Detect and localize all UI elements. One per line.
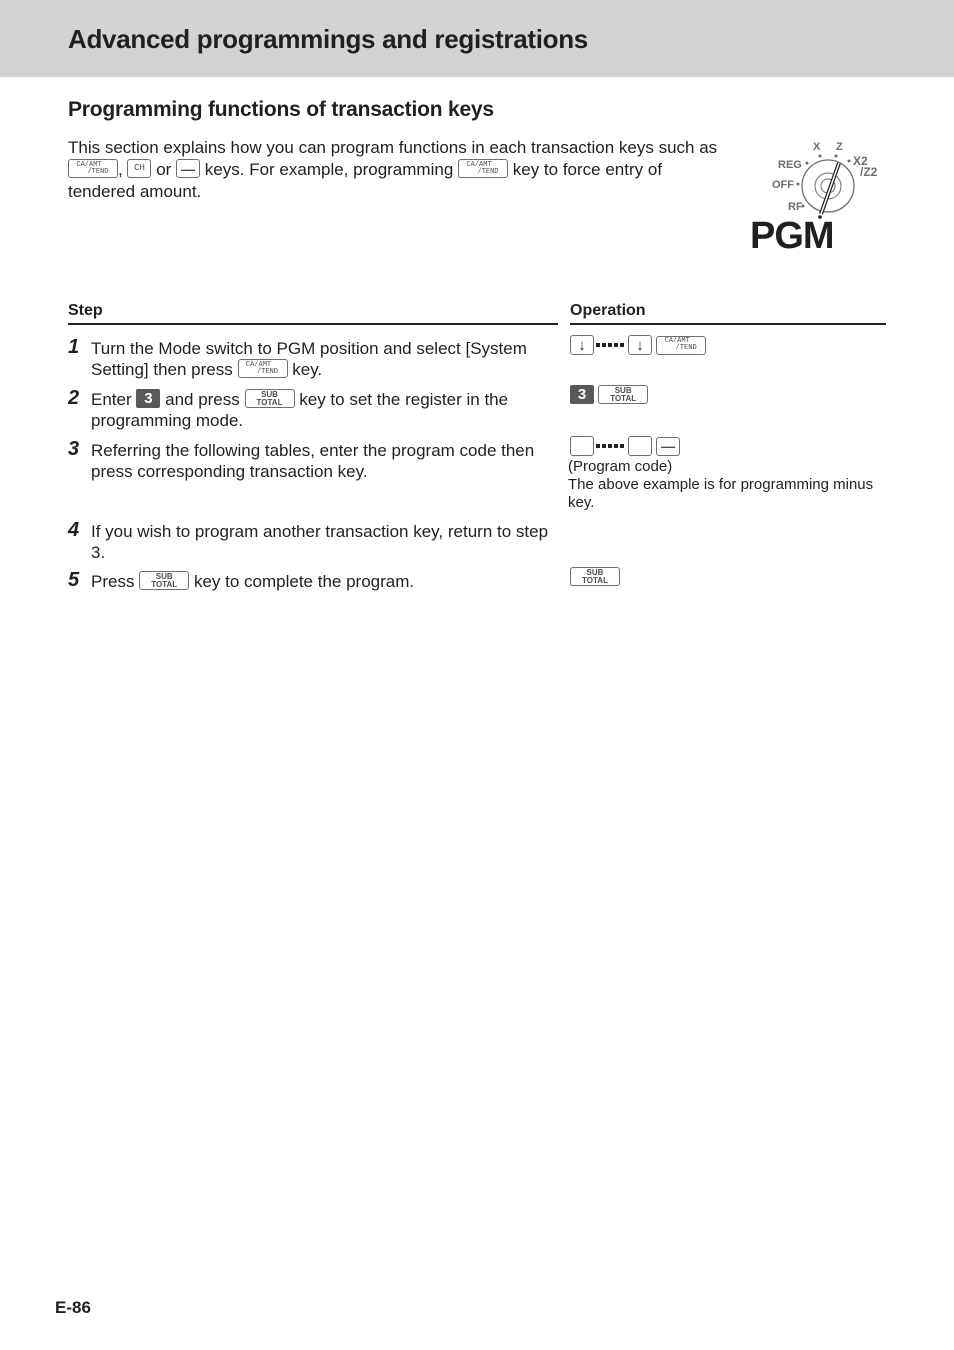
down-arrow-key-icon: ↓: [570, 335, 594, 355]
number-3-key-icon: 3: [136, 389, 161, 409]
operation-step-3: — (Program code) The above example is fo…: [568, 436, 890, 512]
subtotal-key-icon: SUB TOTAL: [570, 567, 620, 586]
blank-key-icon: [628, 436, 652, 456]
mode-x-label: X: [813, 141, 821, 153]
ca-amt-tend-key-icon: CA/AMT/TEND: [458, 159, 509, 179]
page-title: Advanced programmings and registrations: [68, 24, 588, 54]
step-5: 5 Press SUB TOTAL key to complete the pro…: [68, 569, 415, 592]
step-3: 3 Referring the following tables, enter …: [68, 438, 535, 482]
repeat-dots-icon: [596, 343, 626, 347]
step-number: 1: [68, 336, 80, 358]
step-number: 3: [68, 438, 80, 460]
mode-z2-label: /Z2: [860, 165, 878, 179]
step-number: 4: [68, 519, 80, 541]
mode-rf-label: RF: [788, 201, 803, 213]
mode-off-label: OFF: [772, 179, 794, 191]
step-number: 5: [68, 569, 80, 591]
step-number: 2: [68, 387, 80, 409]
number-3-key-icon: 3: [570, 385, 594, 404]
ch-key-icon: CH: [127, 159, 152, 179]
operation-step-2: 3 SUB TOTAL: [570, 385, 890, 406]
program-code-note: The above example is for programming min…: [568, 476, 874, 511]
blank-key-icon: [570, 436, 594, 456]
ca-amt-tend-key-icon: CA/AMT/TEND: [656, 335, 707, 355]
mode-switch-pgm-icon: X Z REG OFF RF X2 /Z2 PGM: [750, 141, 878, 254]
step-4: 4 If you wish to program another transac…: [68, 519, 549, 563]
mode-z-label: Z: [836, 141, 843, 153]
repeat-dots-icon: [596, 444, 626, 448]
program-code-label: (Program code): [568, 458, 673, 475]
page-number: E-86: [55, 1298, 91, 1317]
subtotal-key-icon: SUB TOTAL: [598, 385, 649, 404]
ca-amt-tend-key-icon: CA/AMT/TEND: [68, 159, 118, 179]
mode-pgm-label: PGM: [750, 215, 834, 254]
down-arrow-key-icon: ↓: [628, 335, 652, 355]
operation-step-1: ↓ ↓ CA/AMT/TEND: [570, 335, 890, 357]
operation-step-5: SUB TOTAL: [570, 567, 890, 588]
subtotal-key-icon: SUB TOTAL: [139, 571, 190, 591]
step-2: 2 Enter 3 and press SUB TOTAL key to set …: [68, 387, 509, 431]
step-column-header: Step: [68, 302, 558, 325]
mode-reg-label: REG: [778, 159, 802, 171]
minus-key-icon: —: [656, 436, 681, 456]
minus-key-icon: —: [176, 159, 201, 179]
intro-paragraph: This section explains how you can progra…: [68, 138, 718, 201]
subtotal-key-icon: SUB TOTAL: [244, 389, 295, 409]
intro-text: This section explains how you can progra…: [68, 138, 718, 157]
step-1: 1 Turn the Mode switch to PGM position a…: [68, 336, 527, 380]
ca-amt-tend-key-icon: CA/AMT/TEND: [237, 359, 288, 379]
operation-column-header: Operation: [570, 302, 886, 325]
section-title: Programming functions of transaction key…: [68, 98, 494, 121]
